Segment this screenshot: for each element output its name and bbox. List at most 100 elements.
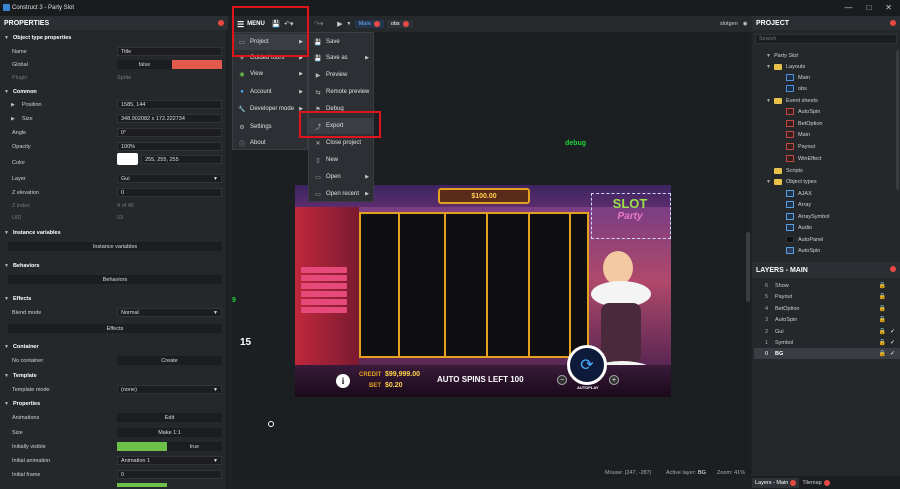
global-toggle[interactable]: false — [117, 60, 222, 69]
menu-item-new[interactable]: ▯ New — [309, 152, 373, 168]
play-options-icon[interactable]: ▼ — [346, 21, 352, 27]
bet-plus-button[interactable]: + — [609, 375, 619, 385]
bet-minus-button[interactable]: − — [557, 375, 567, 385]
position-input[interactable]: 1585, 144 — [117, 100, 222, 109]
section-template[interactable]: ▼ Template — [0, 370, 226, 381]
lock-icon[interactable]: 🔒 — [879, 339, 886, 346]
menu-item-save-as[interactable]: 💾 Save as ▶ — [309, 50, 373, 66]
payline-button[interactable] — [301, 307, 347, 313]
tree-item-object[interactable]: AutoPanel — [786, 234, 823, 245]
folder-scripts[interactable]: Scripts — [774, 165, 803, 176]
lock-icon[interactable]: 🔒 — [879, 316, 886, 323]
angle-input[interactable]: 0° — [117, 128, 222, 137]
notifications-icon[interactable]: ◉ — [743, 21, 748, 27]
payline-button[interactable] — [301, 267, 347, 273]
tree-root[interactable]: ▼ Party Slot — [766, 50, 798, 61]
spin-button[interactable]: ⟳ — [567, 345, 607, 385]
visible-check-icon[interactable]: ✓ — [890, 350, 895, 357]
folder-event-sheets[interactable]: ▼ Event sheets — [766, 95, 818, 106]
tree-item-sheet[interactable]: BetOption — [786, 118, 822, 129]
layer-row-show[interactable]: 6 Show 🔒 — [754, 280, 900, 291]
layer-row-payout[interactable]: 5 Payout 🔒 — [754, 291, 900, 302]
folder-object-types[interactable]: ▼ Object types — [766, 176, 817, 187]
tree-item-object[interactable]: AutoSpin — [786, 245, 820, 256]
lock-icon[interactable]: 🔒 — [879, 305, 886, 312]
redo-icon[interactable]: ↷▾ — [312, 20, 326, 28]
layer-select[interactable]: Gui ▼ — [117, 174, 222, 183]
layer-row-symbol[interactable]: 1 Symbol 🔒 ✓ — [754, 337, 900, 348]
tree-item-object[interactable]: AJAX — [786, 188, 812, 199]
create-container-button[interactable]: Create — [117, 356, 222, 365]
color-swatch[interactable] — [117, 153, 138, 165]
initial-frame-input[interactable]: 0 — [117, 470, 222, 479]
initial-animation-select[interactable]: Animation 1 ▼ — [117, 456, 222, 465]
tree-item-object[interactable]: Audio — [786, 222, 812, 233]
section-object-type[interactable]: ▼ Object type properties — [0, 32, 226, 43]
menu-item-remote-preview[interactable]: ⇆ Remote preview — [309, 84, 373, 100]
close-tab-icon[interactable] — [790, 479, 797, 486]
close-panel-icon[interactable] — [890, 20, 896, 26]
menu-item-about[interactable]: ⓘ About — [233, 135, 307, 151]
menu-item-developer-mode[interactable]: 🔧 Developer mode ▶ — [233, 101, 307, 117]
zelevation-input[interactable]: 0 — [117, 188, 222, 197]
folder-layouts[interactable]: ▼ Layouts — [766, 61, 805, 72]
template-mode-select[interactable]: (none) ▼ — [117, 385, 222, 394]
close-tab-icon[interactable] — [823, 479, 830, 486]
game-layout-preview[interactable]: $100.00 SLOT Party i CREDIT $99,999.00 B… — [295, 185, 671, 397]
menu-item-open-recent[interactable]: ▭ Open recent ▶ — [309, 186, 373, 202]
minimize-button[interactable]: — — [844, 3, 852, 12]
lock-icon[interactable]: 🔒 — [879, 282, 886, 289]
make-1-1-button[interactable]: Make 1:1 — [117, 428, 222, 437]
visible-check-icon[interactable]: ✓ — [890, 328, 895, 335]
name-input[interactable]: Title — [117, 47, 222, 56]
menu-item-preview[interactable]: ▶ Preview — [309, 67, 373, 83]
behaviors-button[interactable]: Behaviors — [8, 275, 222, 284]
layer-row-betoption[interactable]: 4 BetOption 🔒 — [754, 303, 900, 314]
size-input[interactable]: 348.902082 x 172.222734 — [117, 114, 222, 123]
section-common[interactable]: ▼ Common — [0, 86, 226, 97]
tab-obs[interactable]: obs — [386, 20, 413, 28]
user-name[interactable]: slotgen — [720, 21, 738, 27]
tree-item-layout-main[interactable]: Main — [786, 72, 810, 83]
menu-item-open[interactable]: ▭ Open ▶ — [309, 169, 373, 185]
menu-item-view[interactable]: ◉ View ▶ — [233, 66, 307, 82]
lock-icon[interactable]: 🔒 — [879, 350, 886, 357]
layer-row-bg[interactable]: 0 BG 🔒 ✓ — [754, 348, 900, 359]
maximize-button[interactable]: □ — [866, 3, 871, 12]
tree-item-object[interactable]: Array — [786, 199, 811, 210]
opacity-input[interactable]: 100% — [117, 142, 222, 151]
payline-button[interactable] — [301, 283, 347, 289]
section-properties[interactable]: ▼ Properties — [0, 398, 226, 409]
project-search-input[interactable] — [755, 34, 897, 44]
payline-button[interactable] — [301, 299, 347, 305]
tree-item-sheet[interactable]: Payout — [786, 141, 815, 152]
close-panel-icon[interactable] — [890, 266, 896, 272]
tree-item-sheet[interactable]: WinEffect — [786, 153, 821, 164]
menu-item-account[interactable]: ● Account ▶ — [233, 84, 307, 100]
section-container[interactable]: ▼ Container — [0, 341, 226, 352]
tree-item-sheet[interactable]: Main — [786, 129, 810, 140]
lock-icon[interactable]: 🔒 — [879, 328, 886, 335]
properties-scrollbar[interactable] — [226, 30, 228, 489]
section-instance-variables[interactable]: ▼ Instance variables — [0, 227, 226, 238]
tree-item-layout-obs[interactable]: obs — [786, 83, 807, 94]
info-button[interactable]: i — [336, 374, 350, 388]
play-icon[interactable]: ▶ — [334, 20, 346, 28]
initially-visible-toggle[interactable]: true — [117, 442, 222, 451]
visible-check-icon[interactable]: ✓ — [890, 339, 895, 346]
tab-tilemap[interactable]: Tilemap — [799, 478, 832, 488]
tree-item-sheet[interactable]: AutoSpin — [786, 106, 820, 117]
section-effects[interactable]: ▼ Effects — [0, 293, 226, 304]
tab-main[interactable]: Main — [354, 20, 384, 28]
layer-row-autospin[interactable]: 3 AutoSpin 🔒 — [754, 314, 900, 325]
lock-icon[interactable]: 🔒 — [879, 293, 886, 300]
payline-button[interactable] — [301, 291, 347, 297]
close-window-button[interactable]: ✕ — [885, 3, 892, 12]
tree-item-object[interactable]: ArraySymbol — [786, 211, 829, 222]
canvas-vscrollbar[interactable] — [746, 232, 750, 302]
close-tab-icon[interactable] — [402, 21, 409, 27]
instance-variables-button[interactable]: Instance variables — [8, 242, 222, 251]
color-input[interactable]: 255, 255, 255 — [141, 155, 222, 164]
edit-animations-button[interactable]: Edit — [117, 413, 222, 422]
menu-item-save[interactable]: 💾 Save — [309, 34, 373, 50]
